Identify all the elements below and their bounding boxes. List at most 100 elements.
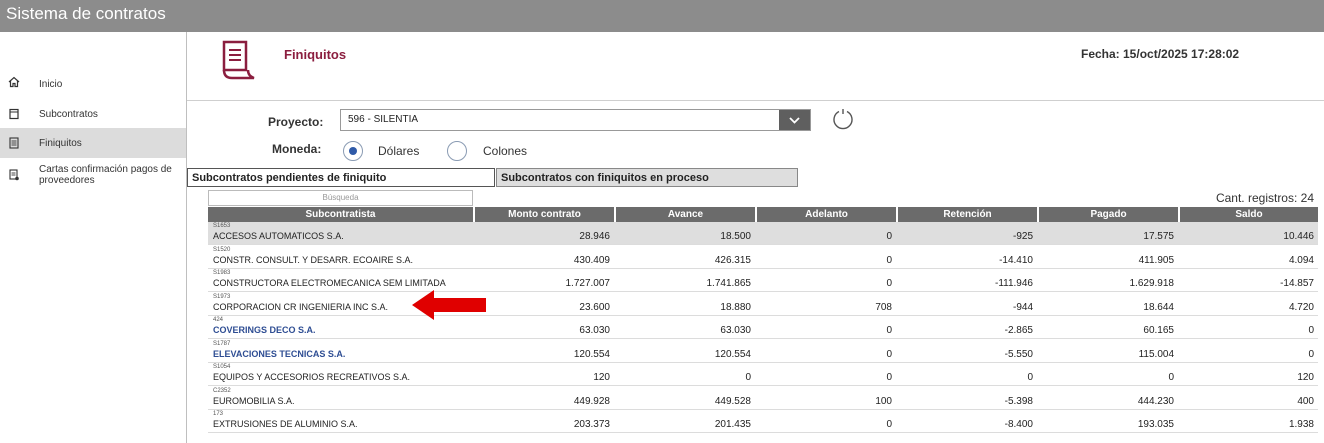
sidebar-item-label: Inicio <box>39 79 63 90</box>
sidebar-item-subcontratos[interactable]: Subcontratos <box>0 104 186 126</box>
cell-avance: 201.435 <box>714 419 751 430</box>
row-subcontratista: CONSTR. CONSULT. Y DESARR. ECOAIRE S.A. <box>213 254 414 265</box>
sidebar-item-label: Finiquitos <box>39 138 82 149</box>
col-avance[interactable]: Avance <box>616 207 755 222</box>
cell-saldo: 120 <box>1297 372 1314 383</box>
cell-pagado: 444.230 <box>1137 395 1174 407</box>
page-title: Finiquitos <box>284 47 347 62</box>
row-code: C2352 <box>213 387 231 394</box>
cell-saldo: 1.938 <box>1288 419 1314 430</box>
chevron-down-icon <box>789 117 800 124</box>
moneda-label: Moneda: <box>272 142 322 156</box>
cell-pagado: 115.004 <box>1138 348 1174 360</box>
table-row[interactable]: S1520 CONSTR. CONSULT. Y DESARR. ECOAIRE … <box>208 246 1318 269</box>
table-row[interactable]: S1973 CORPORACION CR INGENIERIA INC S.A. 2… <box>208 293 1318 316</box>
sidebar: Inicio Subcontratos Finiquitos Cartas co… <box>0 32 187 443</box>
cell-retencion: -111.946 <box>995 278 1033 289</box>
divider <box>187 100 1324 101</box>
proyecto-value: 596 - SILENTIA <box>348 114 419 125</box>
cell-avance: 1.741.865 <box>706 278 752 289</box>
cell-pagado: 60.165 <box>1143 325 1174 336</box>
cell-pagado: 1.629.918 <box>1129 278 1175 289</box>
row-code: S1520 <box>213 246 231 253</box>
row-subcontratista: EQUIPOS Y ACCESORIOS RECREATIVOS S.A. <box>213 372 411 382</box>
cell-adelanto: 0 <box>886 254 892 266</box>
cell-saldo: 4.094 <box>1288 254 1314 266</box>
cell-pagado: 193.035 <box>1137 419 1174 430</box>
cell-monto: 63.030 <box>579 325 610 336</box>
cell-adelanto: 100 <box>875 395 892 407</box>
dolares-label: Dólares <box>378 144 420 158</box>
tab-pendientes[interactable]: Subcontratos pendientes de finiquito <box>187 168 495 187</box>
cell-monto: 28.946 <box>579 231 610 242</box>
dolares-radio[interactable] <box>343 141 363 161</box>
sidebar-item-label: Subcontratos <box>39 109 98 120</box>
col-retencion[interactable]: Retención <box>898 207 1037 222</box>
col-subcontratista[interactable]: Subcontratista <box>208 207 473 222</box>
list-document-icon <box>9 137 19 149</box>
col-pagado[interactable]: Pagado <box>1039 207 1178 222</box>
colones-label: Colones <box>483 144 528 158</box>
row-code: S1787 <box>213 340 231 347</box>
date-label: Fecha: 15/oct/2025 17:28:02 <box>1081 47 1240 61</box>
cell-retencion: -8.400 <box>1004 419 1033 430</box>
row-code: S1973 <box>213 293 231 300</box>
proyecto-label: Proyecto: <box>268 115 324 129</box>
table-row[interactable]: S1054 EQUIPOS Y ACCESORIOS RECREATIVOS S.… <box>208 363 1318 386</box>
table-row[interactable]: 424 COVERINGS DECO S.A. 63.030 63.030 0 -2.86… <box>208 316 1318 339</box>
cell-retencion: -14.410 <box>999 254 1033 266</box>
row-code: 424 <box>213 317 224 323</box>
refresh-icon[interactable] <box>830 108 856 132</box>
row-subcontratista[interactable]: COVERINGS DECO S.A. <box>213 325 316 335</box>
col-monto[interactable]: Monto contrato <box>475 207 614 222</box>
row-subcontratista: CORPORACION CR INGENIERIA INC S.A. <box>213 301 389 312</box>
cell-retencion: -925 <box>1012 231 1033 242</box>
cell-monto: 203.373 <box>573 419 610 430</box>
row-code: 173 <box>213 411 224 417</box>
col-adelanto[interactable]: Adelanto <box>757 207 896 222</box>
cell-adelanto: 708 <box>875 301 892 313</box>
cell-saldo: -14.857 <box>1280 278 1314 289</box>
cell-retencion: 0 <box>1027 372 1033 383</box>
document-icon <box>9 108 19 120</box>
table-row[interactable]: C2352 EUROMOBILIA S.A. 449.928 449.528 100 -5… <box>208 387 1318 410</box>
cell-saldo: 4.720 <box>1288 301 1314 313</box>
col-saldo[interactable]: Saldo <box>1180 207 1318 222</box>
cell-pagado: 18.644 <box>1143 301 1174 313</box>
table-row[interactable]: 173 EXTRUSIONES DE ALUMINIO S.A. 203.373 20… <box>208 410 1318 433</box>
row-code: S1054 <box>213 364 231 370</box>
cell-monto: 1.727.007 <box>565 278 611 289</box>
cell-adelanto: 0 <box>886 419 892 430</box>
cell-retencion: -2.865 <box>1004 325 1033 336</box>
search-input[interactable]: Búsqueda <box>208 190 473 206</box>
home-icon <box>8 76 20 88</box>
cell-avance: 18.880 <box>720 301 751 313</box>
cell-saldo: 10.446 <box>1283 231 1314 242</box>
cell-pagado: 17.575 <box>1143 231 1174 242</box>
sidebar-item-inicio[interactable]: Inicio <box>0 72 186 94</box>
table-row[interactable]: S1983 CONSTRUCTORA ELECTROMECANICA SEM LI… <box>208 269 1318 292</box>
colones-radio[interactable] <box>447 141 467 161</box>
sidebar-item-finiquitos[interactable]: Finiquitos <box>0 128 186 158</box>
cell-avance: 18.500 <box>720 231 751 242</box>
dropdown-button[interactable] <box>779 110 810 130</box>
row-subcontratista[interactable]: ELEVACIONES TECNICAS S.A. <box>213 349 345 359</box>
table-row[interactable]: S1653 ACCESOS AUTOMATICOS S.A. 28.946 18.50… <box>208 222 1318 245</box>
proyecto-select[interactable]: 596 - SILENTIA <box>340 109 811 131</box>
tab-en-proceso[interactable]: Subcontratos con finiquitos en proceso <box>496 168 798 187</box>
table-row[interactable]: S1787 ELEVACIONES TECNICAS S.A. 120.554 120… <box>208 340 1318 363</box>
sidebar-item-cartas[interactable]: Cartas confirmación pagos de proveedores <box>0 160 186 188</box>
row-subcontratista: CONSTRUCTORA ELECTROMECANICA SEM LIMITAD… <box>213 278 446 288</box>
cell-adelanto: 0 <box>886 372 892 383</box>
contract-document-icon <box>222 40 255 80</box>
cell-adelanto: 0 <box>886 231 892 242</box>
sidebar-item-label: Cartas confirmación pagos de proveedores <box>39 164 172 186</box>
cell-avance: 120.554 <box>714 348 751 360</box>
cell-pagado: 411.905 <box>1138 254 1174 266</box>
cell-monto: 430.409 <box>573 254 610 266</box>
cell-monto: 23.600 <box>579 301 610 313</box>
cell-retencion: -5.550 <box>1004 348 1033 360</box>
record-count: Cant. registros: 24 <box>1215 191 1314 205</box>
cell-avance: 449.528 <box>714 395 751 407</box>
cell-monto: 120 <box>593 372 610 383</box>
